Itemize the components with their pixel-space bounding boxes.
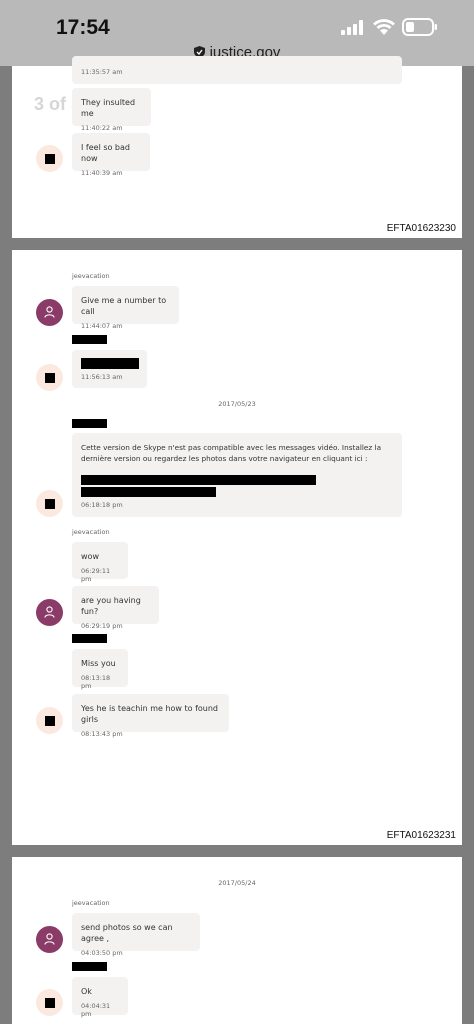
sender-name: jeevacation bbox=[72, 528, 110, 536]
redacted-avatar bbox=[45, 716, 55, 726]
avatar bbox=[36, 707, 63, 734]
redacted-text bbox=[81, 358, 139, 369]
message-bubble: 11:56:13 am bbox=[72, 350, 147, 388]
document-id: EFTA01623230 bbox=[386, 223, 456, 234]
redacted-avatar bbox=[45, 499, 55, 509]
sender-name: jeevacation bbox=[72, 272, 110, 280]
message-text: Ok bbox=[81, 987, 92, 996]
message-text: They insulted me bbox=[81, 98, 136, 118]
document-page-2: jeevacation Give me a number to call 11:… bbox=[12, 250, 462, 845]
redacted-avatar bbox=[45, 154, 55, 164]
message-timestamp: 11:40:39 am bbox=[81, 169, 123, 177]
message-timestamp: 06:29:19 pm bbox=[81, 622, 123, 630]
document-page-3: 2017/05/24 jeevacation send photos so we… bbox=[12, 857, 462, 1024]
redacted-sender bbox=[72, 962, 107, 971]
avatar bbox=[36, 299, 63, 326]
message-timestamp: 06:29:11 pm bbox=[81, 567, 111, 583]
message-bubble: Cette version de Skype n'est pas compati… bbox=[72, 433, 402, 517]
message-bubble: Give me a number to call 11:44:07 am bbox=[72, 286, 179, 330]
avatar bbox=[36, 989, 63, 1016]
cellular-signal-icon bbox=[341, 20, 363, 35]
message-timestamp: 11:35:57 am bbox=[81, 68, 123, 76]
message-timestamp: 06:18:18 pm bbox=[81, 501, 123, 509]
redacted-link bbox=[81, 475, 316, 485]
avatar bbox=[36, 599, 63, 626]
date-separator: 2017/05/23 bbox=[218, 400, 256, 408]
user-icon bbox=[44, 606, 55, 618]
wifi-icon bbox=[373, 19, 395, 35]
message-timestamp: 11:56:13 am bbox=[81, 373, 123, 381]
sender-name: jeevacation bbox=[72, 899, 110, 907]
redacted-sender bbox=[72, 335, 107, 344]
message-bubble: They insulted me 11:40:22 am bbox=[72, 88, 151, 132]
avatar bbox=[36, 926, 63, 953]
message-bubble: Yes he is teachin me how to found girls … bbox=[72, 694, 229, 738]
message-text-line-2: dernière version ou regardez les photos … bbox=[81, 454, 368, 463]
clock: 17:54 bbox=[56, 16, 110, 39]
message-text: Cette version de Skype n'est pas compati… bbox=[81, 443, 382, 452]
message-bubble: wow 06:29:11 pm bbox=[72, 542, 128, 583]
message-bubble: Miss you 08:13:18 pm bbox=[72, 649, 128, 690]
redacted-sender bbox=[72, 634, 107, 643]
message-bubble: are you having fun? 06:29:19 pm bbox=[72, 586, 159, 630]
battery-icon bbox=[402, 18, 437, 36]
message-text: I feel so bad now bbox=[81, 143, 130, 163]
message-timestamp: 11:44:07 am bbox=[81, 322, 123, 330]
message-bubble: send photos so we can agree , 04:03:50 p… bbox=[72, 913, 200, 957]
message-text: are you having fun? bbox=[81, 596, 141, 616]
redacted-sender bbox=[72, 419, 107, 428]
avatar bbox=[36, 490, 63, 517]
message-timestamp: 08:13:18 pm bbox=[81, 674, 111, 690]
message-timestamp: 04:03:50 pm bbox=[81, 949, 123, 957]
redacted-avatar bbox=[45, 998, 55, 1008]
message-text: Miss you bbox=[81, 659, 116, 668]
message-bubble: 11:35:57 am bbox=[72, 56, 402, 84]
message-bubble: Ok 04:04:31 pm bbox=[72, 977, 128, 1018]
date-separator: 2017/05/24 bbox=[218, 879, 256, 887]
message-text: Give me a number to call bbox=[81, 296, 167, 316]
document-page-1: 11:35:57 am 3 of 5 They insulted me 11:4… bbox=[12, 56, 462, 238]
message-timestamp: 11:40:22 am bbox=[81, 124, 123, 132]
message-bubble: I feel so bad now 11:40:39 am bbox=[72, 133, 150, 177]
message-timestamp: 08:13:43 pm bbox=[81, 730, 123, 738]
message-text: Yes he is teachin me how to found girls bbox=[81, 704, 219, 724]
document-id: EFTA01623231 bbox=[386, 830, 456, 841]
avatar bbox=[36, 364, 63, 391]
message-text: wow bbox=[81, 552, 99, 561]
redacted-avatar bbox=[45, 373, 55, 383]
message-timestamp: 04:04:31 pm bbox=[81, 1002, 111, 1018]
user-icon bbox=[44, 933, 55, 945]
avatar bbox=[36, 145, 63, 172]
redacted-link bbox=[81, 487, 216, 497]
message-text: send photos so we can agree , bbox=[81, 923, 173, 943]
user-icon bbox=[44, 306, 55, 318]
